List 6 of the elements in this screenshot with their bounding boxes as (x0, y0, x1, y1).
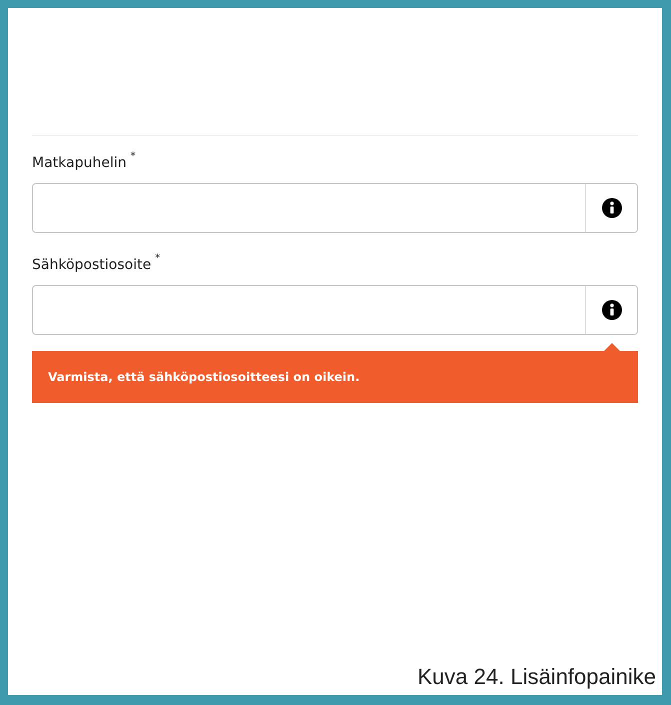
figure-caption: Kuva 24. Lisäinfopainike (418, 663, 656, 691)
field-label: Matkapuhelin (32, 154, 126, 173)
required-mark: * (130, 152, 136, 162)
required-mark: * (155, 254, 160, 264)
field-label: Sähköpostiosoite (32, 256, 152, 275)
help-tooltip: Varmista, että sähköpostiosoitteesi on oikein. (32, 351, 638, 403)
